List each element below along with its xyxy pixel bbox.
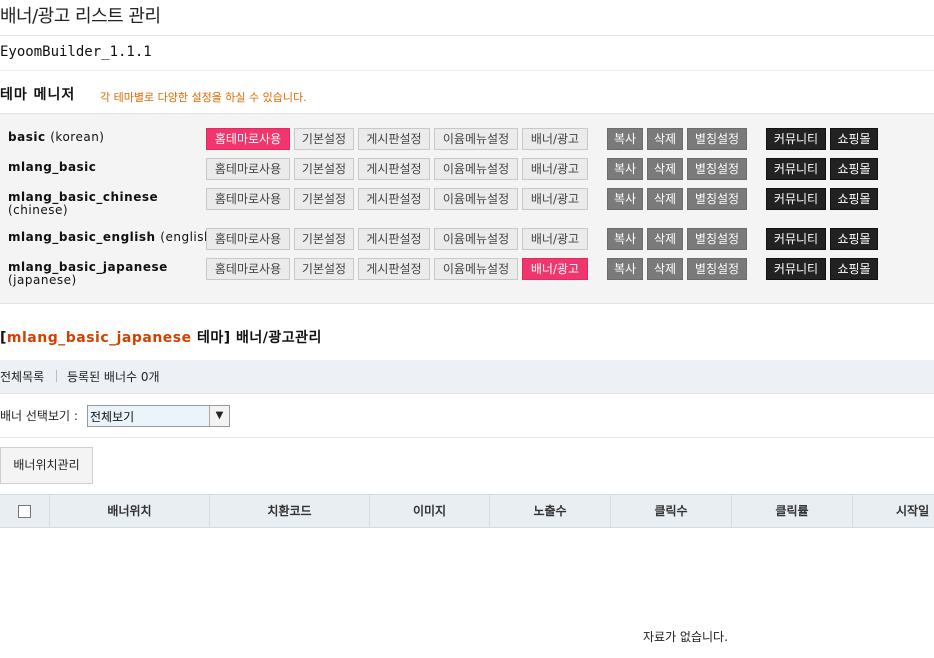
theme-name: mlang_basic bbox=[8, 160, 97, 174]
theme-name: mlang_basic_japanese (japanese) bbox=[8, 260, 168, 287]
theme-language: (chinese) bbox=[8, 203, 69, 217]
column-header: 치환코드 bbox=[210, 495, 370, 527]
menu-settings-button[interactable]: 이윰메뉴설정 bbox=[434, 258, 518, 280]
alias-settings-button[interactable]: 별칭설정 bbox=[687, 188, 747, 210]
delete-button[interactable]: 삭제 bbox=[647, 128, 683, 150]
chevron-down-icon[interactable]: ▼ bbox=[209, 406, 229, 426]
banner-count: 등록된 배너수 0개 bbox=[67, 370, 160, 384]
shop-button[interactable]: 쇼핑몰 bbox=[830, 188, 878, 210]
delete-button[interactable]: 삭제 bbox=[647, 258, 683, 280]
board-settings-button[interactable]: 게시판설정 bbox=[358, 128, 430, 150]
theme-manager-title: 테마 메니저 bbox=[0, 87, 76, 103]
menu-settings-button[interactable]: 이윰메뉴설정 bbox=[434, 158, 518, 180]
basic-settings-button[interactable]: 기본설정 bbox=[294, 228, 354, 250]
select-all-cell bbox=[0, 495, 50, 527]
copy-button[interactable]: 복사 bbox=[607, 258, 643, 280]
page-title: 배너/광고 리스트 관리 bbox=[0, 6, 161, 27]
banner-filter-label: 배너 선택보기 : bbox=[0, 409, 78, 423]
separator bbox=[56, 370, 57, 382]
delete-button[interactable]: 삭제 bbox=[647, 158, 683, 180]
basic-settings-button[interactable]: 기본설정 bbox=[294, 188, 354, 210]
version-label: EyoomBuilder_1.1.1 bbox=[0, 44, 152, 60]
board-settings-button[interactable]: 게시판설정 bbox=[358, 258, 430, 280]
basic-settings-button[interactable]: 기본설정 bbox=[294, 158, 354, 180]
home-theme-button[interactable]: 홈테마로사용 bbox=[206, 228, 290, 250]
menu-settings-button[interactable]: 이윰메뉴설정 bbox=[434, 188, 518, 210]
info-bar: 전체목록 등록된 배너수 0개 bbox=[0, 360, 934, 394]
theme-language: (japanese) bbox=[8, 273, 77, 287]
theme-row: mlang_basic 홈테마로사용 기본설정 게시판설정 이윰메뉴설정 배너/광고 복사 삭… bbox=[0, 158, 934, 188]
alias-settings-button[interactable]: 별칭설정 bbox=[687, 258, 747, 280]
banner-ad-button[interactable]: 배너/광고 bbox=[522, 258, 588, 280]
banner-ad-button[interactable]: 배너/광고 bbox=[522, 188, 588, 210]
banner-ad-button[interactable]: 배너/광고 bbox=[522, 158, 588, 180]
copy-button[interactable]: 복사 bbox=[607, 158, 643, 180]
theme-manager-subtitle: 각 테마별로 다양한 설정을 하실 수 있습니다. bbox=[100, 91, 307, 104]
alias-settings-button[interactable]: 별칭설정 bbox=[687, 228, 747, 250]
board-settings-button[interactable]: 게시판설정 bbox=[358, 228, 430, 250]
empty-message: 자료가 없습니다. bbox=[643, 630, 728, 644]
home-theme-button[interactable]: 홈테마로사용 bbox=[206, 158, 290, 180]
theme-list: basic (korean) 홈테마로사용 기본설정 게시판설정 이윰메뉴설정 배너/광고… bbox=[0, 113, 934, 304]
home-theme-button[interactable]: 홈테마로사용 bbox=[206, 258, 290, 280]
column-header: 시작일 bbox=[896, 504, 930, 518]
basic-settings-button[interactable]: 기본설정 bbox=[294, 128, 354, 150]
divider bbox=[0, 35, 934, 36]
home-theme-button[interactable]: 홈테마로사용 bbox=[206, 128, 290, 150]
alias-settings-button[interactable]: 별칭설정 bbox=[687, 158, 747, 180]
community-button[interactable]: 커뮤니티 bbox=[766, 188, 826, 210]
shop-button[interactable]: 쇼핑몰 bbox=[830, 228, 878, 250]
copy-button[interactable]: 복사 bbox=[607, 128, 643, 150]
shop-button[interactable]: 쇼핑몰 bbox=[830, 158, 878, 180]
theme-name: basic (korean) bbox=[8, 130, 105, 144]
copy-button[interactable]: 복사 bbox=[607, 188, 643, 210]
theme-name: mlang_basic_chinese (chinese) bbox=[8, 190, 159, 217]
column-header: 이미지 bbox=[370, 495, 490, 527]
community-button[interactable]: 커뮤니티 bbox=[766, 128, 826, 150]
theme-language: (korean) bbox=[50, 130, 105, 144]
banner-filter-select[interactable]: 전체보기 ▼ bbox=[87, 405, 230, 427]
column-header: 클릭수 bbox=[611, 495, 732, 527]
all-list-link[interactable]: 전체목록 bbox=[0, 368, 44, 385]
community-button[interactable]: 커뮤니티 bbox=[766, 158, 826, 180]
column-header: 배너위치 bbox=[50, 495, 210, 527]
community-button[interactable]: 커뮤니티 bbox=[766, 228, 826, 250]
alias-settings-button[interactable]: 별칭설정 bbox=[687, 128, 747, 150]
theme-row: mlang_basic_english (english) 홈테마로사용 기본설정 게… bbox=[0, 228, 934, 258]
theme-row: mlang_basic_chinese (chinese) 홈테마로사용 기본설정 게시… bbox=[0, 188, 934, 218]
shop-button[interactable]: 쇼핑몰 bbox=[830, 258, 878, 280]
column-header: 클릭률 bbox=[732, 495, 853, 527]
banner-section-title: [mlang_basic_japanese 테마] 배너/광고관리 bbox=[0, 330, 322, 346]
shop-button[interactable]: 쇼핑몰 bbox=[830, 128, 878, 150]
table-header: 배너위치 치환코드 이미지 노출수 클릭수 클릭률 시작일 bbox=[0, 494, 934, 528]
banner-position-button[interactable]: 배너위치관리 bbox=[0, 447, 93, 484]
theme-name: mlang_basic_english (english) bbox=[8, 230, 218, 244]
banner-ad-button[interactable]: 배너/광고 bbox=[522, 128, 588, 150]
home-theme-button[interactable]: 홈테마로사용 bbox=[206, 188, 290, 210]
basic-settings-button[interactable]: 기본설정 bbox=[294, 258, 354, 280]
divider bbox=[0, 70, 934, 71]
community-button[interactable]: 커뮤니티 bbox=[766, 258, 826, 280]
menu-settings-button[interactable]: 이윰메뉴설정 bbox=[434, 128, 518, 150]
banner-ad-button[interactable]: 배너/광고 bbox=[522, 228, 588, 250]
board-settings-button[interactable]: 게시판설정 bbox=[358, 188, 430, 210]
select-all-checkbox[interactable] bbox=[18, 505, 31, 518]
menu-settings-button[interactable]: 이윰메뉴설정 bbox=[434, 228, 518, 250]
delete-button[interactable]: 삭제 bbox=[647, 228, 683, 250]
banner-filter-value: 전체보기 bbox=[90, 410, 135, 424]
column-header: 노출수 bbox=[490, 495, 611, 527]
theme-row: basic (korean) 홈테마로사용 기본설정 게시판설정 이윰메뉴설정 배너/광고… bbox=[0, 128, 934, 158]
theme-row: mlang_basic_japanese (japanese) 홈테마로사용 기본설정… bbox=[0, 258, 934, 288]
delete-button[interactable]: 삭제 bbox=[647, 188, 683, 210]
copy-button[interactable]: 복사 bbox=[607, 228, 643, 250]
board-settings-button[interactable]: 게시판설정 bbox=[358, 158, 430, 180]
divider bbox=[0, 437, 934, 438]
banner-section-theme: mlang_basic_japanese bbox=[6, 330, 192, 346]
